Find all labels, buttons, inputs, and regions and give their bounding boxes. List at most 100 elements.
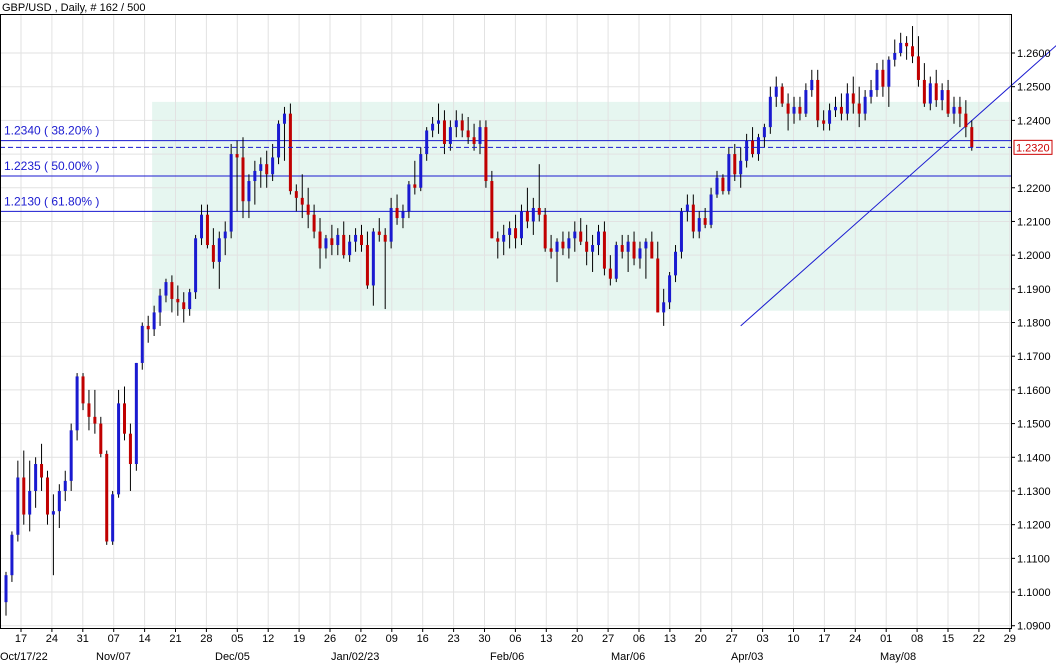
candle-body [205, 214, 209, 246]
current-price-label: 1.2320 [1016, 142, 1050, 154]
candle-body [650, 241, 654, 259]
candle-body [158, 295, 162, 313]
candle-body [277, 123, 281, 158]
candle-body [259, 164, 263, 171]
candle-body [188, 292, 192, 310]
candle-body [685, 204, 689, 212]
candle-body [632, 241, 636, 259]
y-tick-label: 1.2100 [1017, 216, 1051, 228]
x-tick-label: 06 [509, 633, 521, 645]
x-tick-label: 13 [540, 633, 552, 645]
candle-body [668, 275, 672, 303]
candle-body [585, 241, 589, 252]
candle-body [674, 251, 678, 276]
candle-body [63, 480, 67, 491]
y-tick-label: 1.1900 [1017, 284, 1051, 296]
candle-body [715, 177, 719, 195]
candle-body [200, 214, 204, 239]
y-tick-label: 1.1100 [1017, 553, 1050, 565]
candle-body [217, 238, 221, 262]
candle-body [99, 423, 103, 454]
candle-body [330, 238, 334, 246]
candle-body [312, 214, 316, 232]
candle-body [111, 494, 115, 542]
candle [194, 234, 198, 299]
candle-body [75, 376, 79, 431]
candle-body [431, 123, 435, 131]
candle-body [28, 490, 32, 515]
x-month-label: Oct/17/22 [0, 651, 48, 663]
candle-body [555, 241, 559, 252]
y-tick-label: 1.0900 [1017, 621, 1051, 633]
candle-body [413, 184, 417, 188]
chart-title: GBP/USD , Daily, # 162 / 500 [2, 2, 145, 14]
candle-body [899, 42, 903, 53]
candle-body [508, 228, 512, 235]
candle [134, 362, 138, 471]
candle-body [134, 362, 138, 465]
candle-body [377, 231, 381, 235]
y-tick-label: 1.1200 [1017, 520, 1051, 532]
candle-body [964, 113, 968, 128]
candle-body [525, 211, 529, 222]
candle-body [288, 113, 292, 192]
x-tick-label: 02 [355, 633, 367, 645]
candle-body [87, 403, 91, 417]
x-tick-label: 28 [200, 633, 212, 645]
candle-body [869, 90, 873, 97]
x-tick-label: 17 [818, 633, 830, 645]
x-month-label: May/08 [880, 651, 916, 663]
candle-body [128, 433, 132, 465]
candle-body [371, 231, 375, 286]
candle-body [561, 241, 565, 249]
x-tick-label: 29 [1004, 633, 1016, 645]
candle-body [490, 181, 494, 239]
fib-level-label: 1.2235 ( 50.00% ) [4, 159, 99, 173]
candle-body [519, 211, 523, 239]
y-tick-label: 1.2600 [1017, 48, 1051, 60]
x-tick-label: 16 [417, 633, 429, 645]
x-tick-label: 15 [942, 633, 954, 645]
candle-body [152, 312, 156, 330]
candle-body [774, 86, 778, 97]
candle-body [34, 464, 38, 491]
candle-body [928, 83, 932, 104]
candle-body [342, 234, 346, 256]
candle [105, 450, 109, 545]
candle-body [762, 127, 766, 138]
y-tick-label: 1.1800 [1017, 318, 1051, 330]
candle-body [952, 106, 956, 114]
candle-body [140, 325, 144, 363]
candle-body [442, 120, 446, 144]
candle-body [905, 42, 909, 47]
x-tick-label: 13 [664, 633, 676, 645]
candle-body [478, 127, 482, 144]
y-tick-label: 1.1300 [1017, 486, 1051, 498]
y-tick-label: 1.1500 [1017, 419, 1051, 431]
x-tick-label: 24 [849, 633, 861, 645]
candle-body [834, 106, 837, 111]
x-tick-label: 06 [633, 633, 645, 645]
candle-body [756, 137, 760, 155]
candle-body [608, 268, 612, 279]
candle [679, 207, 683, 259]
candle-body [780, 86, 784, 104]
candle-body [514, 228, 518, 239]
candle-body [117, 403, 121, 495]
candle [111, 490, 115, 545]
candle-body [727, 154, 731, 192]
x-tick-label: 03 [756, 633, 768, 645]
candle-body [170, 282, 174, 299]
candle-body [105, 453, 109, 542]
candle-body [146, 325, 150, 330]
candle-body [4, 575, 8, 603]
candle-body [733, 154, 737, 175]
candle [614, 241, 618, 283]
candle-body [235, 154, 239, 158]
candle-body [893, 53, 897, 60]
candle-body [81, 376, 85, 404]
candle-body [354, 234, 358, 242]
candle-body [484, 127, 488, 182]
candle-body [437, 120, 441, 124]
candle-body [543, 214, 547, 249]
